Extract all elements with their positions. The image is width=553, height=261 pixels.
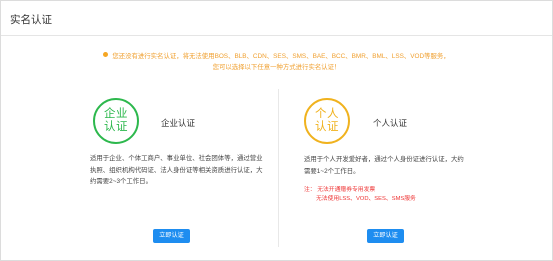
personal-badge-line1: 个人 — [315, 108, 339, 120]
enterprise-verify-button[interactable]: 立即认证 — [153, 229, 190, 243]
personal-notes: 注： 无法开通赠券专用发票 无法使用LSS、VOD、SES、SMS服务 — [304, 186, 416, 203]
personal-note-1: 注： 无法开通赠券专用发票 — [304, 187, 376, 193]
verification-window: 实名认证 您还没有进行实名认证，将无法使用BOS、BLB、CDN、SES、SMS… — [0, 0, 553, 261]
enterprise-badge-icon: 企业 认证 — [93, 98, 139, 144]
personal-badge-icon: 个人 认证 — [304, 98, 350, 144]
notice-line-1: 您还没有进行实名认证，将无法使用BOS、BLB、CDN、SES、SMS、BAE、… — [1, 51, 552, 62]
notice-text-1: 您还没有进行实名认证，将无法使用BOS、BLB、CDN、SES、SMS、BAE、… — [112, 53, 450, 60]
page-title: 实名认证 — [10, 14, 52, 26]
warning-dot-icon — [103, 52, 109, 57]
enterprise-verification-panel: 企业 认证 企业认证 适用于企业、个体工商户、事业单位、社会团体等，通过营业执照… — [81, 89, 277, 247]
personal-title: 个人认证 — [373, 118, 408, 128]
personal-note-2: 无法使用LSS、VOD、SES、SMS服务 — [316, 195, 416, 202]
enterprise-badge-line1: 企业 — [104, 108, 128, 120]
notice-text-2: 您可以选择以下任意一种方式进行实名认证！ — [212, 64, 341, 71]
enterprise-title: 企业认证 — [161, 118, 196, 128]
personal-badge-line2: 认证 — [315, 121, 339, 133]
title-bar: 实名认证 — [1, 1, 552, 36]
enterprise-description: 适用于企业、个体工商户、事业单位、社会团体等，通过营业执照、组织机构代码证、法人… — [90, 155, 263, 185]
enterprise-badge-line2: 认证 — [104, 121, 128, 133]
personal-description: 适用于个人开发爱好者，通过个人身份证进行认证，大约需要1~2个工作日。 — [304, 156, 464, 175]
personal-verification-panel: 个人 认证 个人认证 适用于个人开发爱好者，通过个人身份证进行认证，大约需要1~… — [278, 89, 475, 247]
verification-notice: 您还没有进行实名认证，将无法使用BOS、BLB、CDN、SES、SMS、BAE、… — [1, 51, 552, 73]
personal-verify-button[interactable]: 立即认证 — [367, 229, 404, 243]
